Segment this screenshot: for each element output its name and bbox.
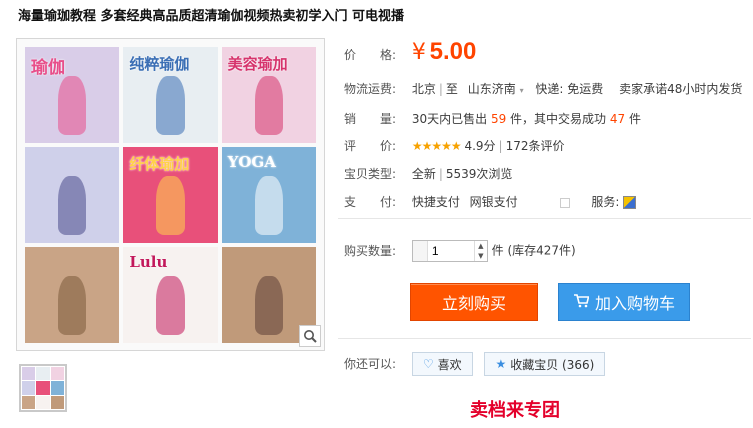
yoga-dvd-cover: 纯粹瑜伽 <box>123 47 218 143</box>
price-label: 价 格: <box>344 48 397 62</box>
heart-icon: ♡ <box>422 357 434 371</box>
zoom-icon[interactable] <box>299 325 321 347</box>
item-type: 全新 <box>411 167 436 181</box>
like-button[interactable]: ♡ 喜欢 <box>411 352 473 376</box>
chevron-down-icon: ▾ <box>519 86 524 95</box>
thumbnail-tile <box>22 381 36 395</box>
add-to-cart-button[interactable]: 加入购物车 <box>558 283 690 321</box>
sales-unit: 件 <box>629 112 642 126</box>
cart-icon <box>573 293 590 312</box>
ship-promise: 卖家承诺48小时内发货 <box>619 82 743 96</box>
sales-row: 销 量: 30天内已售出 59 件，其中交易成功 47 件 <box>344 110 641 127</box>
yoga-figure <box>156 275 185 336</box>
shipping-row: 物流运费: 北京 | 至 山东济南 ▾ 快递: 免运费 卖家承诺48小时内发货 <box>344 82 743 96</box>
product-main-image[interactable]: 瑜伽 纯粹瑜伽 美容瑜加纤体瑜加 YOGA Lulu <box>25 47 316 343</box>
thumbnail-tile <box>50 381 64 395</box>
thumbnail-tile <box>50 367 64 381</box>
ship-fee: 快递: 免运费 <box>535 82 604 96</box>
thumbnail-tile <box>50 395 64 409</box>
actions-row: 你还可以: ♡ 喜欢 ★ 收藏宝贝 (366) <box>344 352 606 376</box>
sales-success: 47 <box>609 112 626 126</box>
payment-more-icon[interactable] <box>559 197 570 208</box>
sales-mid: 件，其中交易成功 <box>510 112 607 126</box>
yoga-figure <box>156 75 185 136</box>
thumbnail-tile <box>36 367 50 381</box>
yoga-figure <box>58 275 87 336</box>
sales-label: 销 量: <box>344 112 397 126</box>
rating-label: 评 价: <box>344 139 397 153</box>
cover-title: 瑜伽 <box>31 58 65 78</box>
yoga-dvd-cover <box>25 147 120 243</box>
also-label: 你还可以: <box>344 356 397 371</box>
payment-label: 支 付: <box>344 195 397 209</box>
pay-quick: 快捷支付 <box>411 195 460 209</box>
cover-title: 美容瑜加 <box>227 55 288 73</box>
cover-title: YOGA <box>227 153 276 171</box>
sales-count: 59 <box>490 112 507 126</box>
thumbnail-tile <box>36 381 50 395</box>
yoga-figure <box>156 175 185 236</box>
yoga-figure <box>254 75 283 136</box>
yoga-dvd-cover: YOGA <box>221 147 316 243</box>
type-row: 宝贝类型: 全新 | 5539次浏览 <box>344 167 513 181</box>
favorite-button[interactable]: ★ 收藏宝贝 (366) <box>484 352 606 376</box>
price-row: 价 格: ¥ 5.00 <box>344 38 476 66</box>
type-label: 宝贝类型: <box>344 167 397 181</box>
service-label: 服务: <box>591 195 620 209</box>
thumbnail-tile <box>22 367 36 381</box>
ship-from: 北京 <box>411 82 436 96</box>
favorite-label: 收藏宝贝 (366) <box>510 357 595 372</box>
star-rating-icon: ★★★★★ <box>411 139 462 153</box>
buy-now-button[interactable]: 立刻购买 <box>410 283 538 321</box>
shipping-label: 物流运费: <box>344 82 397 96</box>
yoga-figure <box>58 75 87 136</box>
stock-text: 件 (库存427件) <box>491 243 576 258</box>
yoga-dvd-cover: 美容瑜加 <box>221 47 316 143</box>
cover-title: 纤体瑜加 <box>129 155 190 173</box>
yoga-dvd-cover: Lulu <box>123 247 218 343</box>
divider <box>338 218 751 219</box>
like-label: 喜欢 <box>437 357 462 372</box>
ship-to-prefix: 至 <box>445 82 458 96</box>
payment-row: 支 付: 快捷支付 网银支付 服务: <box>344 193 637 210</box>
reviews-link[interactable]: 172条评价 <box>506 139 565 153</box>
yoga-figure <box>254 275 283 336</box>
thumbnail-tile <box>36 395 50 409</box>
yoga-figure <box>58 175 87 236</box>
buy-now-label: 立刻购买 <box>441 294 506 313</box>
divider <box>338 338 751 339</box>
yoga-dvd-cover: 瑜伽 <box>25 47 120 143</box>
promo-banner-text: 卖档来专团 <box>470 400 560 421</box>
thumbnail-tile <box>22 395 36 409</box>
quantity-stepper[interactable]: ▲▼ <box>411 240 488 262</box>
sales-prefix: 30天内已售出 <box>411 112 488 126</box>
cover-title: Lulu <box>129 253 168 271</box>
cover-title: 纯粹瑜伽 <box>129 55 190 73</box>
quantity-label: 购买数量: <box>344 243 397 258</box>
pay-bank: 网银支付 <box>469 195 518 209</box>
yoga-dvd-cover: 纤体瑜加 <box>123 147 218 243</box>
ship-to-select[interactable]: 山东济南 ▾ <box>468 82 524 96</box>
product-title: 海量瑜珈教程 多套经典高品质超清瑜伽视频热卖初学入门 可电视播 <box>18 9 405 24</box>
yoga-dvd-cover <box>25 247 120 343</box>
service-badge-icon[interactable] <box>623 196 637 209</box>
star-icon: ★ <box>495 357 507 371</box>
product-thumbnail[interactable] <box>19 364 67 412</box>
price-value: 5.00 <box>429 38 477 65</box>
views-count: 5539次浏览 <box>445 167 513 181</box>
quantity-decrease-button[interactable] <box>412 241 428 261</box>
quantity-row: 购买数量: ▲▼ 件 (库存427件) <box>344 240 576 262</box>
rating-row: 评 价: ★★★★★ 4.9分 | 172条评价 <box>344 139 565 153</box>
quantity-spin-buttons[interactable]: ▲ ▼ <box>473 241 487 261</box>
add-to-cart-label: 加入购物车 <box>594 294 675 313</box>
product-image-gallery[interactable]: 瑜伽 纯粹瑜伽 美容瑜加纤体瑜加 YOGA Lulu <box>16 38 325 351</box>
yoga-figure <box>254 175 283 236</box>
currency-symbol: ¥ <box>411 40 426 65</box>
quantity-input[interactable] <box>427 241 474 261</box>
rating-score: 4.9分 <box>464 139 496 153</box>
